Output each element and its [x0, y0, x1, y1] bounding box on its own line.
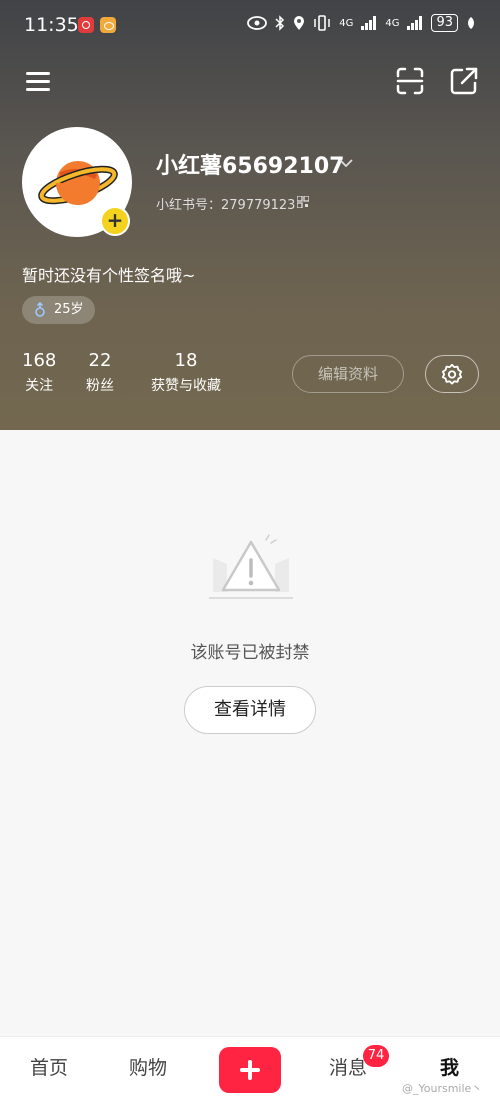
menu-icon[interactable]: [24, 66, 54, 96]
chevron-down-icon[interactable]: [338, 158, 354, 168]
battery-indicator: 93: [431, 14, 458, 32]
stat-following-value: 168: [22, 350, 57, 371]
bluetooth-icon: [275, 15, 285, 31]
messages-badge: 74: [363, 1045, 389, 1067]
status-time: 11:35: [24, 14, 79, 36]
signal-icon-2: [407, 16, 423, 30]
age-chip: 25岁: [22, 296, 95, 324]
status-bar: 11:35 4G 4G 93: [0, 12, 500, 40]
gear-icon: [441, 363, 463, 385]
nav-home[interactable]: 首页: [30, 1053, 68, 1080]
edit-profile-button[interactable]: 编辑资料: [292, 355, 404, 393]
stat-likes-label: 获赞与收藏: [151, 378, 221, 394]
nav-shop[interactable]: 购物: [129, 1053, 167, 1080]
bio[interactable]: 暂时还没有个性签名哦~: [22, 262, 195, 286]
gender-icon: [35, 302, 45, 317]
signal-icon: [361, 16, 377, 30]
network-type-2: 4G: [385, 17, 400, 29]
location-icon: [294, 16, 305, 30]
stat-followers[interactable]: 22 粉丝: [86, 350, 114, 396]
profile-header: 11:35 4G 4G 93 + 小红薯65692107 小红书号：279779…: [0, 0, 500, 430]
weibo-notification-icon: [100, 17, 116, 33]
nav-messages[interactable]: 消息: [329, 1053, 367, 1080]
stat-followers-label: 粉丝: [86, 378, 114, 394]
share-icon[interactable]: [449, 66, 479, 96]
post-button[interactable]: [219, 1047, 281, 1093]
stat-likes-collects[interactable]: 18 获赞与收藏: [151, 350, 221, 396]
redbook-id: 小红书号：279779123: [156, 198, 296, 213]
age-text: 25岁: [54, 302, 84, 317]
add-avatar-button[interactable]: +: [100, 206, 130, 236]
network-type-1: 4G: [339, 17, 354, 29]
stat-following[interactable]: 168 关注: [22, 350, 56, 396]
username: 小红薯65692107: [156, 154, 345, 179]
stat-likes-value: 18: [174, 350, 198, 371]
banned-message: 该账号已被封禁: [190, 643, 310, 663]
qr-code-icon[interactable]: [297, 196, 309, 208]
leaf-icon: [468, 17, 474, 29]
view-details-button[interactable]: 查看详情: [184, 686, 316, 734]
watermark: @_Yoursmile丶: [402, 1082, 483, 1095]
app-notification-icon: [78, 17, 94, 33]
vibrate-icon: [314, 15, 330, 31]
settings-button[interactable]: [425, 355, 479, 393]
stat-followers-value: 22: [88, 350, 112, 371]
stat-following-label: 关注: [25, 378, 54, 394]
scan-icon[interactable]: [395, 66, 425, 96]
nav-me[interactable]: 我: [440, 1053, 459, 1080]
eye-icon: [247, 16, 268, 30]
warning-icon: [209, 534, 293, 599]
status-icons: 4G 4G 93: [247, 14, 476, 32]
